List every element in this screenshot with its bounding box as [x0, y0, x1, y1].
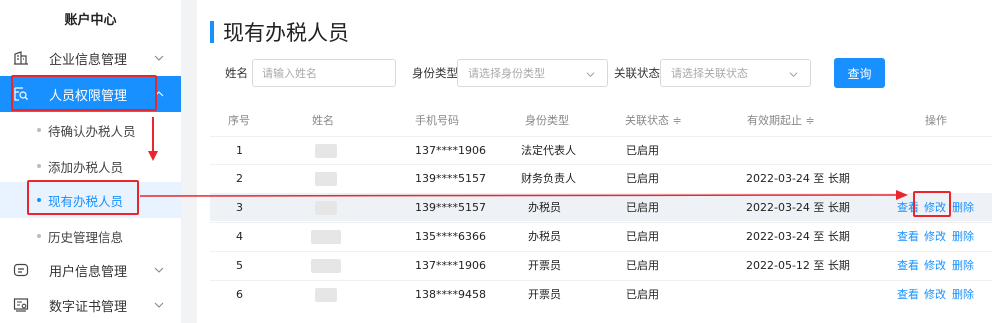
col-header-name: 姓名 — [312, 114, 334, 127]
table-row: 2 139****5157 财务负责人 已启用 2022-03-24 至 长期 — [210, 164, 992, 192]
cell-link-status: 已启用 — [626, 288, 659, 301]
cell-index: 6 — [236, 288, 243, 301]
edit-link[interactable]: 修改 — [924, 281, 946, 309]
annotation-box-submenu — [27, 180, 139, 215]
cell-index: 5 — [236, 259, 243, 272]
table-header: 序号 姓名 手机号码 身份类型 关联状态 ≑ 有效期起止 ≑ 操作 — [210, 106, 992, 136]
masked-name — [315, 201, 337, 215]
select-placeholder: 请选择关联状态 — [671, 67, 748, 80]
delete-link[interactable]: 删除 — [952, 223, 974, 251]
table-row: 5 137****1906 开票员 已启用 2022-05-12 至 长期 查看… — [210, 251, 992, 279]
main-content: 现有办税人员 姓名 身份类型 请选择身份类型 关联状态 请选择关联状态 查询 序… — [197, 0, 992, 323]
cell-phone: 139****5157 — [415, 172, 486, 185]
bullet-icon — [37, 234, 41, 238]
masked-name — [311, 259, 341, 273]
view-link[interactable]: 查看 — [897, 281, 919, 309]
cell-identity-type: 办税员 — [528, 230, 561, 243]
delete-link[interactable]: 删除 — [952, 252, 974, 280]
col-header-index: 序号 — [228, 114, 250, 127]
cell-identity-type: 办税员 — [528, 201, 561, 214]
menu-enterprise-info[interactable]: 企业信息管理 — [0, 40, 181, 76]
chevron-down-icon — [789, 72, 798, 78]
cell-link-status: 已启用 — [626, 230, 659, 243]
cell-index: 1 — [236, 144, 243, 157]
annotation-box-menu — [11, 75, 157, 111]
cell-index: 2 — [236, 172, 243, 185]
page-title: 现有办税人员 — [210, 17, 349, 47]
submenu-label: 历史管理信息 — [48, 229, 124, 245]
cell-phone: 139****5157 — [415, 201, 486, 214]
table-row: 4 135****6366 办税员 已启用 2022-03-24 至 长期 查看… — [210, 222, 992, 250]
cell-phone: 137****1906 — [415, 259, 486, 272]
chevron-down-icon[interactable] — [154, 53, 164, 63]
sidebar-title: 账户中心 — [64, 13, 117, 28]
chevron-down-icon[interactable] — [154, 300, 164, 310]
identity-type-select[interactable]: 请选择身份类型 — [457, 59, 608, 87]
col-header-phone: 手机号码 — [415, 114, 459, 127]
cell-validity-period: 2022-03-24 至 长期 — [746, 201, 850, 214]
delete-link[interactable]: 删除 — [952, 281, 974, 309]
id-card-icon — [13, 263, 29, 277]
query-button[interactable]: 查询 — [834, 58, 885, 88]
identity-type-filter-label: 身份类型 — [412, 66, 458, 80]
menu-label: 用户信息管理 — [49, 264, 128, 280]
chevron-down-icon[interactable] — [154, 265, 164, 275]
submenu-history-management[interactable]: 历史管理信息 — [0, 218, 181, 254]
cell-validity-period: 2022-03-24 至 长期 — [746, 172, 850, 185]
masked-name — [311, 230, 341, 244]
chevron-down-icon — [586, 72, 595, 78]
name-filter-label: 姓名 — [225, 66, 248, 80]
select-placeholder: 请选择身份类型 — [468, 67, 545, 80]
annotation-box-edit — [913, 191, 951, 217]
edit-link[interactable]: 修改 — [924, 252, 946, 280]
bullet-icon — [37, 164, 41, 168]
col-header-link-status[interactable]: 关联状态 ≑ — [625, 106, 682, 136]
submenu-label: 添加办税人员 — [48, 159, 124, 175]
cell-phone: 137****1906 — [415, 144, 486, 157]
col-header-actions: 操作 — [925, 114, 947, 127]
cell-link-status: 已启用 — [626, 259, 659, 272]
cell-phone: 138****9458 — [415, 288, 486, 301]
cell-identity-type: 法定代表人 — [521, 144, 576, 157]
col-header-validity-period[interactable]: 有效期起止 ≑ — [747, 106, 815, 136]
table-row: 6 138****9458 开票员 已启用 查看 修改 删除 — [210, 280, 992, 308]
menu-digital-certificate[interactable]: 数字证书管理 — [0, 287, 181, 323]
bullet-icon — [37, 128, 41, 132]
view-link[interactable]: 查看 — [897, 223, 919, 251]
submenu-pending-tax-staff[interactable]: 待确认办税人员 — [0, 112, 181, 148]
col-header-identity-type: 身份类型 — [525, 114, 569, 127]
edit-link[interactable]: 修改 — [924, 223, 946, 251]
cell-validity-period: 2022-05-12 至 长期 — [746, 259, 850, 272]
masked-name — [315, 144, 337, 158]
cell-identity-type: 开票员 — [528, 259, 561, 272]
submenu-add-tax-staff[interactable]: 添加办税人员 — [0, 148, 181, 184]
menu-label: 企业信息管理 — [49, 52, 128, 68]
cell-identity-type: 开票员 — [528, 288, 561, 301]
submenu-label: 待确认办税人员 — [48, 123, 136, 139]
cell-link-status: 已启用 — [626, 144, 659, 157]
title-accent-bar — [210, 21, 214, 43]
masked-name — [315, 172, 337, 186]
link-status-select[interactable]: 请选择关联状态 — [660, 59, 811, 87]
masked-name — [315, 288, 337, 302]
cell-link-status: 已启用 — [626, 172, 659, 185]
cell-link-status: 已启用 — [626, 201, 659, 214]
page-title-text: 现有办税人员 — [223, 21, 349, 45]
link-status-filter-label: 关联状态 — [614, 66, 660, 80]
cell-validity-period: 2022-03-24 至 长期 — [746, 230, 850, 243]
building-icon — [14, 51, 28, 65]
sidebar: 账户中心 企业信息管理 人员权限管理 待确认办税人员 添加办税人员 现有办税人员… — [0, 0, 181, 323]
name-input[interactable] — [252, 59, 396, 87]
cell-index: 3 — [236, 201, 243, 214]
certificate-icon — [13, 298, 29, 312]
table-row: 1 137****1906 法定代表人 已启用 — [210, 136, 992, 164]
cell-identity-type: 财务负责人 — [521, 172, 576, 185]
menu-user-info[interactable]: 用户信息管理 — [0, 252, 181, 288]
cell-index: 4 — [236, 230, 243, 243]
view-link[interactable]: 查看 — [897, 252, 919, 280]
menu-label: 数字证书管理 — [49, 299, 128, 315]
delete-link[interactable]: 删除 — [952, 194, 974, 222]
table-row: 3 139****5157 办税员 已启用 2022-03-24 至 长期 查看… — [210, 193, 992, 221]
cell-phone: 135****6366 — [415, 230, 486, 243]
